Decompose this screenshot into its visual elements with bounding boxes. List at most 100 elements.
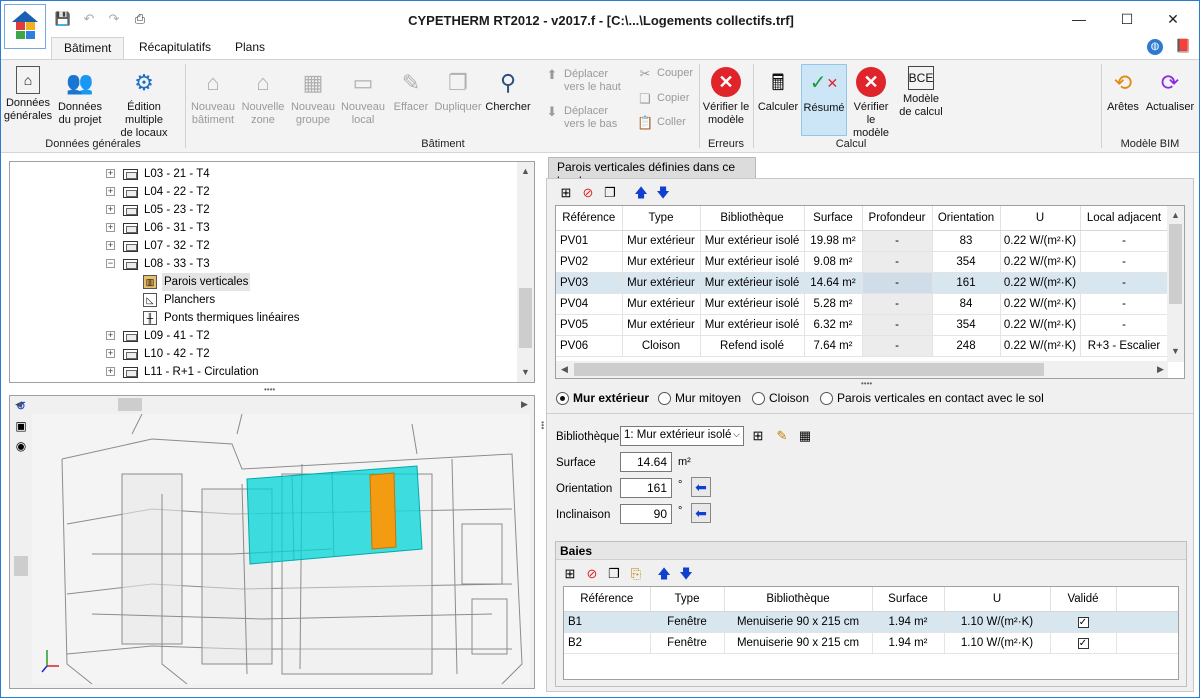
column-header[interactable]: Bibliothèque — [700, 206, 805, 231]
tree-item[interactable]: L11 - R+1 - Circulation — [142, 363, 261, 381]
add-icon[interactable]: ⊞ — [750, 428, 766, 444]
scroll-thumb[interactable] — [118, 398, 142, 411]
copy-icon[interactable]: ❐ — [606, 566, 622, 582]
table-row[interactable]: B1 Fenêtre Menuiserie 90 x 215 cm 1.94 m² 1.… — [564, 611, 1178, 633]
tree-vertical-scrollbar[interactable]: ▲ ▼ — [517, 162, 534, 382]
tree-item[interactable]: L10 - 42 - T2 — [142, 345, 212, 363]
column-header[interactable]: Surface — [872, 587, 945, 612]
scroll-thumb[interactable] — [574, 363, 1044, 376]
tab-batiment[interactable]: Bâtiment — [51, 37, 125, 59]
scroll-up-icon[interactable]: ▲ — [517, 166, 534, 176]
scroll-up-icon[interactable]: ▲ — [1167, 210, 1184, 220]
edition-multiple-button[interactable]: ⚙ Édition multiple de locaux — [107, 64, 181, 140]
tab-parois-verticales[interactable]: Parois verticales définies dans ce local — [548, 157, 756, 188]
column-header[interactable]: Type — [622, 206, 701, 231]
walls-horizontal-scrollbar[interactable]: ◀ ▶ — [556, 361, 1168, 378]
table-row[interactable]: PV06 Cloison Refend isolé 7.64 m² -248 0.22 W… — [556, 335, 1169, 357]
radio-dot[interactable] — [658, 391, 671, 405]
resume-button[interactable]: ✓ ✕ Résumé — [801, 64, 847, 136]
column-header[interactable]: Surface — [804, 206, 863, 231]
column-header[interactable]: U — [944, 587, 1051, 612]
column-header[interactable]: U — [1000, 206, 1081, 231]
table-icon[interactable]: ▦ — [797, 428, 813, 444]
coller-button[interactable]: 📋 Coller — [637, 116, 686, 129]
orientation-input[interactable]: 161 — [620, 478, 672, 498]
inclinaison-input[interactable]: 90 — [620, 504, 672, 524]
expand-toggle-icon[interactable]: − — [106, 259, 115, 268]
undo-icon[interactable]: ↶ — [80, 10, 98, 28]
expand-toggle-icon[interactable]: + — [106, 223, 115, 232]
table-row[interactable]: PV01 Mur extérieur Mur extérieur isolé 19.9… — [556, 230, 1169, 252]
actualiser-button[interactable]: ⟳ Actualiser — [1144, 64, 1196, 114]
column-header[interactable]: Référence — [556, 206, 623, 231]
close-button[interactable]: ✕ — [1151, 5, 1195, 33]
tab-recapitulatifs[interactable]: Récapitulatifs — [127, 37, 223, 59]
paste-icon[interactable]: ⎘ — [628, 566, 644, 582]
valide-checkbox[interactable]: ✓ — [1077, 616, 1089, 628]
radio-mur-exterieur[interactable]: Mur extérieur — [556, 391, 649, 405]
column-header[interactable]: Orientation — [932, 206, 1001, 231]
rotate-icon[interactable]: ↺ — [13, 398, 29, 414]
walls-vertical-scrollbar[interactable]: ▲ ▼ — [1167, 206, 1184, 362]
copier-button[interactable]: ❏ Copier — [637, 92, 689, 105]
chercher-button[interactable]: ⚲ Chercher — [485, 64, 531, 114]
scroll-thumb[interactable] — [1169, 224, 1182, 304]
column-header[interactable]: Local adjacent — [1080, 206, 1169, 231]
couper-button[interactable]: ✂ Couper — [637, 67, 694, 80]
add-icon[interactable]: ⊞ — [558, 185, 574, 201]
maximize-button[interactable]: ☐ — [1105, 5, 1149, 33]
edit-icon[interactable]: ✎ — [774, 428, 790, 444]
move-down-icon[interactable]: 🡇 — [655, 185, 671, 201]
expand-toggle-icon[interactable]: + — [106, 367, 115, 376]
verifier-modele-button[interactable]: ✕ Vérifier le modèle — [701, 64, 751, 127]
column-header[interactable]: Profondeur — [862, 206, 933, 231]
effacer-button[interactable]: ✎ Effacer — [389, 64, 433, 114]
redo-icon[interactable]: ↷ — [105, 10, 123, 28]
tree-item[interactable]: Planchers — [162, 291, 217, 309]
tree-item[interactable]: L05 - 23 - T2 — [142, 201, 212, 219]
table-row[interactable]: PV05 Mur extérieur Mur extérieur isolé 6.32… — [556, 314, 1169, 336]
nouveau-groupe-button[interactable]: ▦ Nouveau groupe — [289, 64, 337, 127]
book-icon[interactable]: 📕 — [1175, 38, 1191, 54]
radio-dot[interactable] — [752, 391, 765, 405]
radio-dot[interactable] — [556, 391, 569, 405]
orientation-pick-button[interactable]: ⬅ — [691, 477, 711, 497]
nouveau-local-button[interactable]: ▭ Nouveau local — [339, 64, 387, 127]
donnees-projet-button[interactable]: 👥 Données du projet — [55, 64, 105, 127]
expand-toggle-icon[interactable]: + — [106, 169, 115, 178]
view-horizontal-scrollbar[interactable]: ◀ ▶ — [10, 396, 534, 413]
move-up-icon[interactable]: 🡅 — [633, 185, 649, 201]
splitter-grip[interactable]: ••• — [538, 421, 547, 429]
deplacer-haut-button[interactable]: ⬆ Déplacer vers le haut — [544, 68, 621, 94]
verifier-modele-calcul-button[interactable]: ✕ Vérifier le modèle — [848, 64, 894, 140]
expand-toggle-icon[interactable]: + — [106, 349, 115, 358]
move-down-icon[interactable]: 🡇 — [678, 566, 694, 582]
radio-dot[interactable] — [820, 391, 833, 405]
tree-item[interactable]: L09 - 41 - T2 — [142, 327, 212, 345]
splitter-grip[interactable]: •••• — [264, 385, 275, 394]
tree-item[interactable]: L08 - 33 - T3 — [142, 255, 212, 273]
move-up-icon[interactable]: 🡅 — [656, 566, 672, 582]
calculer-button[interactable]: 🖩 Calculer — [756, 64, 800, 114]
tree-item[interactable]: L06 - 31 - T3 — [142, 219, 212, 237]
table-row[interactable]: B2 Fenêtre Menuiserie 90 x 215 cm 1.94 m² 1.… — [564, 632, 1178, 654]
splitter-grip[interactable]: •••• — [861, 379, 872, 388]
nouvelle-zone-button[interactable]: ⌂ Nouvelle zone — [239, 64, 287, 127]
bibliotheque-select[interactable]: 1: Mur extérieur isolé ⌵ — [620, 426, 744, 446]
scroll-down-icon[interactable]: ▼ — [1167, 346, 1184, 356]
aretes-button[interactable]: ⟲ Arêtes — [1104, 64, 1142, 114]
column-header[interactable]: Validé — [1050, 587, 1117, 612]
save-icon[interactable]: 💾 — [54, 10, 72, 28]
deplacer-bas-button[interactable]: ⬇ Déplacer vers le bas — [544, 105, 618, 131]
vertical-slider[interactable] — [14, 556, 28, 576]
cube-icon[interactable]: ▣ — [13, 418, 29, 434]
table-row[interactable]: PV02 Mur extérieur Mur extérieur isolé 9.08… — [556, 251, 1169, 273]
inclinaison-pick-button[interactable]: ⬅ — [691, 503, 711, 523]
scroll-right-icon[interactable]: ▶ — [516, 399, 533, 410]
scroll-thumb[interactable] — [519, 288, 532, 348]
nouveau-batiment-button[interactable]: ⌂ Nouveau bâtiment — [189, 64, 237, 127]
radio-contact-sol[interactable]: Parois verticales en contact avec le sol — [820, 391, 1044, 405]
column-header[interactable]: Type — [650, 587, 725, 612]
radio-mur-mitoyen[interactable]: Mur mitoyen — [658, 391, 741, 405]
tab-plans[interactable]: Plans — [223, 37, 277, 59]
